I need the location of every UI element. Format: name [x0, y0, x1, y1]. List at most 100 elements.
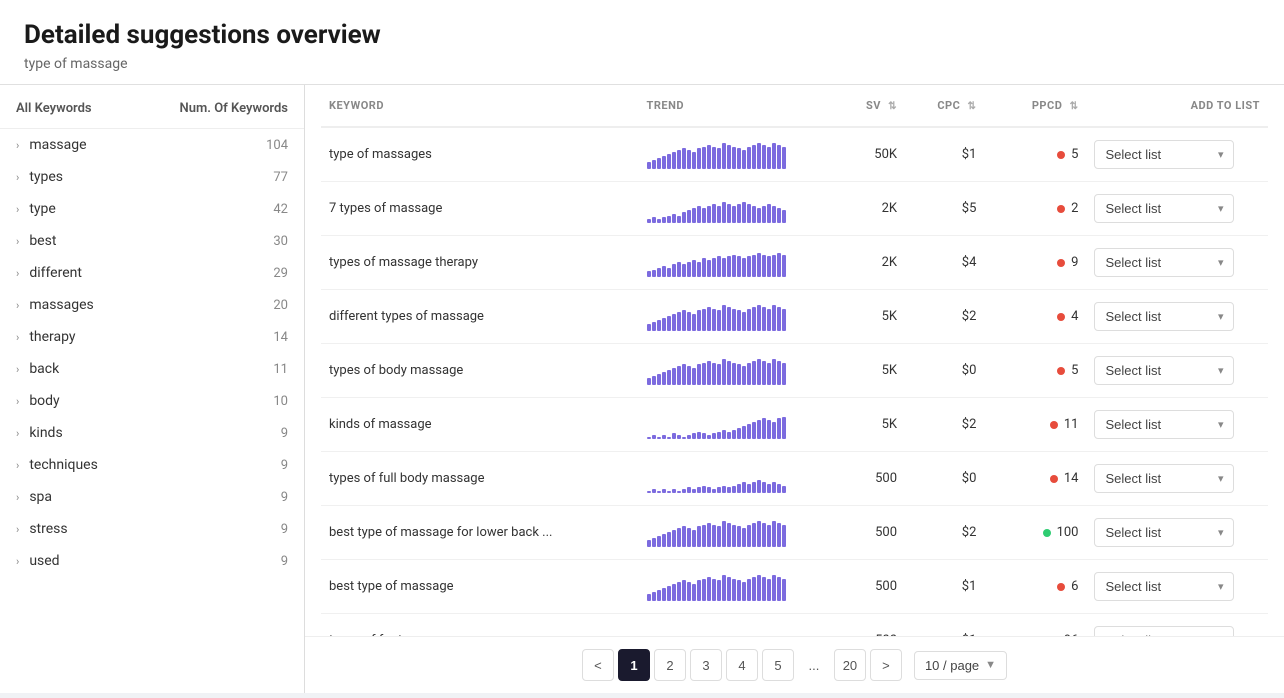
select-list-label: Select list: [1105, 579, 1161, 594]
select-list-button[interactable]: Select list ▾: [1094, 626, 1234, 636]
sidebar-item[interactable]: › stress 9: [0, 513, 304, 545]
pagination-page-3[interactable]: 3: [690, 649, 722, 681]
sidebar-item[interactable]: › type 42: [0, 193, 304, 225]
select-list-button[interactable]: Select list ▾: [1094, 194, 1234, 223]
sv-cell: 500: [814, 506, 905, 560]
keyword-cell: different types of massage: [321, 290, 639, 344]
sidebar-item-count: 9: [281, 554, 288, 569]
select-list-label: Select list: [1105, 309, 1161, 324]
sidebar-item[interactable]: › back 11: [0, 353, 304, 385]
sv-cell: 2K: [814, 182, 905, 236]
cpc-cell: $2: [905, 290, 984, 344]
page-title: Detailed suggestions overview: [24, 20, 1260, 50]
addtolist-cell: Select list ▾: [1086, 127, 1268, 182]
select-list-label: Select list: [1105, 147, 1161, 162]
chevron-down-icon: ▾: [1218, 580, 1224, 593]
pagination-last[interactable]: 20: [834, 649, 866, 681]
sidebar-item[interactable]: › used 9: [0, 545, 304, 577]
sv-cell: 50K: [814, 127, 905, 182]
cpc-sort-icon[interactable]: ⇅: [968, 101, 977, 112]
select-list-button[interactable]: Select list ▾: [1094, 572, 1234, 601]
select-list-button[interactable]: Select list ▾: [1094, 140, 1234, 169]
sidebar-item[interactable]: › best 30: [0, 225, 304, 257]
sidebar-item-count: 9: [281, 490, 288, 505]
sidebar-item[interactable]: › types 77: [0, 161, 304, 193]
table-wrapper: KEYWORD TREND SV ⇅ CPC ⇅: [305, 85, 1284, 636]
pagination-page-1[interactable]: 1: [618, 649, 650, 681]
addtolist-cell: Select list ▾: [1086, 506, 1268, 560]
addtolist-cell: Select list ▾: [1086, 614, 1268, 637]
table-row: types of full body massage 500 $0 14 Sel…: [321, 452, 1268, 506]
select-list-button[interactable]: Select list ▾: [1094, 464, 1234, 493]
trend-bar: [647, 411, 807, 439]
ppcd-dot: [1057, 259, 1065, 267]
sidebar-item-count: 30: [273, 234, 288, 249]
pagination-prev[interactable]: <: [582, 649, 614, 681]
ppcd-cell: 14: [984, 452, 1086, 506]
select-list-button[interactable]: Select list ▾: [1094, 410, 1234, 439]
table-row: best type of massage 500 $1 6 Select lis…: [321, 560, 1268, 614]
addtolist-cell: Select list ▾: [1086, 290, 1268, 344]
sidebar: All Keywords Num. Of Keywords › massage …: [0, 85, 305, 693]
sidebar-item[interactable]: › kinds 9: [0, 417, 304, 449]
sidebar-item-count: 29: [273, 266, 288, 281]
pagination-dots: ...: [798, 649, 830, 681]
select-list-button[interactable]: Select list ▾: [1094, 356, 1234, 385]
sidebar-item[interactable]: › massage 104: [0, 129, 304, 161]
per-page-selector[interactable]: 10 / page ▼: [914, 651, 1007, 680]
col-header-ppcd[interactable]: PPCD ⇅: [984, 85, 1086, 127]
ppcd-value: 14: [1064, 471, 1079, 486]
sidebar-item-count: 10: [273, 394, 288, 409]
select-list-label: Select list: [1105, 525, 1161, 540]
pagination-page-4[interactable]: 4: [726, 649, 758, 681]
sidebar-item[interactable]: › different 29: [0, 257, 304, 289]
sidebar-item[interactable]: › massages 20: [0, 289, 304, 321]
trend-bar: [647, 465, 807, 493]
ppcd-value: 11: [1064, 417, 1079, 432]
trend-bar: [647, 519, 807, 547]
select-list-button[interactable]: Select list ▾: [1094, 248, 1234, 277]
select-list-label: Select list: [1105, 471, 1161, 486]
sidebar-item[interactable]: › spa 9: [0, 481, 304, 513]
select-list-label: Select list: [1105, 417, 1161, 432]
col-header-sv[interactable]: SV ⇅: [814, 85, 905, 127]
sidebar-chevron-icon: ›: [16, 555, 19, 568]
chevron-down-icon: ▾: [1218, 202, 1224, 215]
sidebar-item-label: spa: [29, 489, 280, 505]
select-list-button[interactable]: Select list ▾: [1094, 302, 1234, 331]
ppcd-value: 6: [1071, 579, 1078, 594]
ppcd-sort-icon[interactable]: ⇅: [1070, 101, 1079, 112]
sidebar-chevron-icon: ›: [16, 459, 19, 472]
trend-bar: [647, 141, 807, 169]
keyword-cell: best type of massage: [321, 560, 639, 614]
sidebar-chevron-icon: ›: [16, 171, 19, 184]
chevron-down-icon: ▾: [1218, 310, 1224, 323]
trend-cell: [639, 344, 815, 398]
sidebar-item-label: body: [29, 393, 273, 409]
ppcd-dot: [1050, 421, 1058, 429]
col-header-addtolist: ADD TO LIST: [1086, 85, 1268, 127]
pagination-page-2[interactable]: 2: [654, 649, 686, 681]
sidebar-chevron-icon: ›: [16, 395, 19, 408]
ppcd-cell: 9: [984, 236, 1086, 290]
sidebar-item-label: type: [29, 201, 273, 217]
sidebar-item-count: 9: [281, 458, 288, 473]
col-header-cpc[interactable]: CPC ⇅: [905, 85, 984, 127]
select-list-button[interactable]: Select list ▾: [1094, 518, 1234, 547]
pagination-next[interactable]: >: [870, 649, 902, 681]
keyword-cell: type of massages: [321, 127, 639, 182]
addtolist-cell: Select list ▾: [1086, 344, 1268, 398]
ppcd-dot: [1057, 583, 1065, 591]
sidebar-item[interactable]: › therapy 14: [0, 321, 304, 353]
addtolist-cell: Select list ▾: [1086, 398, 1268, 452]
sidebar-item[interactable]: › body 10: [0, 385, 304, 417]
ppcd-cell: 5: [984, 127, 1086, 182]
pagination-page-5[interactable]: 5: [762, 649, 794, 681]
chevron-down-icon: ▾: [1218, 148, 1224, 161]
ppcd-cell: 2: [984, 182, 1086, 236]
sv-sort-icon[interactable]: ⇅: [888, 101, 897, 112]
sidebar-item[interactable]: › techniques 9: [0, 449, 304, 481]
chevron-down-icon: ▾: [1218, 364, 1224, 377]
sidebar-item-label: kinds: [29, 425, 280, 441]
ppcd-cell: 96: [984, 614, 1086, 637]
